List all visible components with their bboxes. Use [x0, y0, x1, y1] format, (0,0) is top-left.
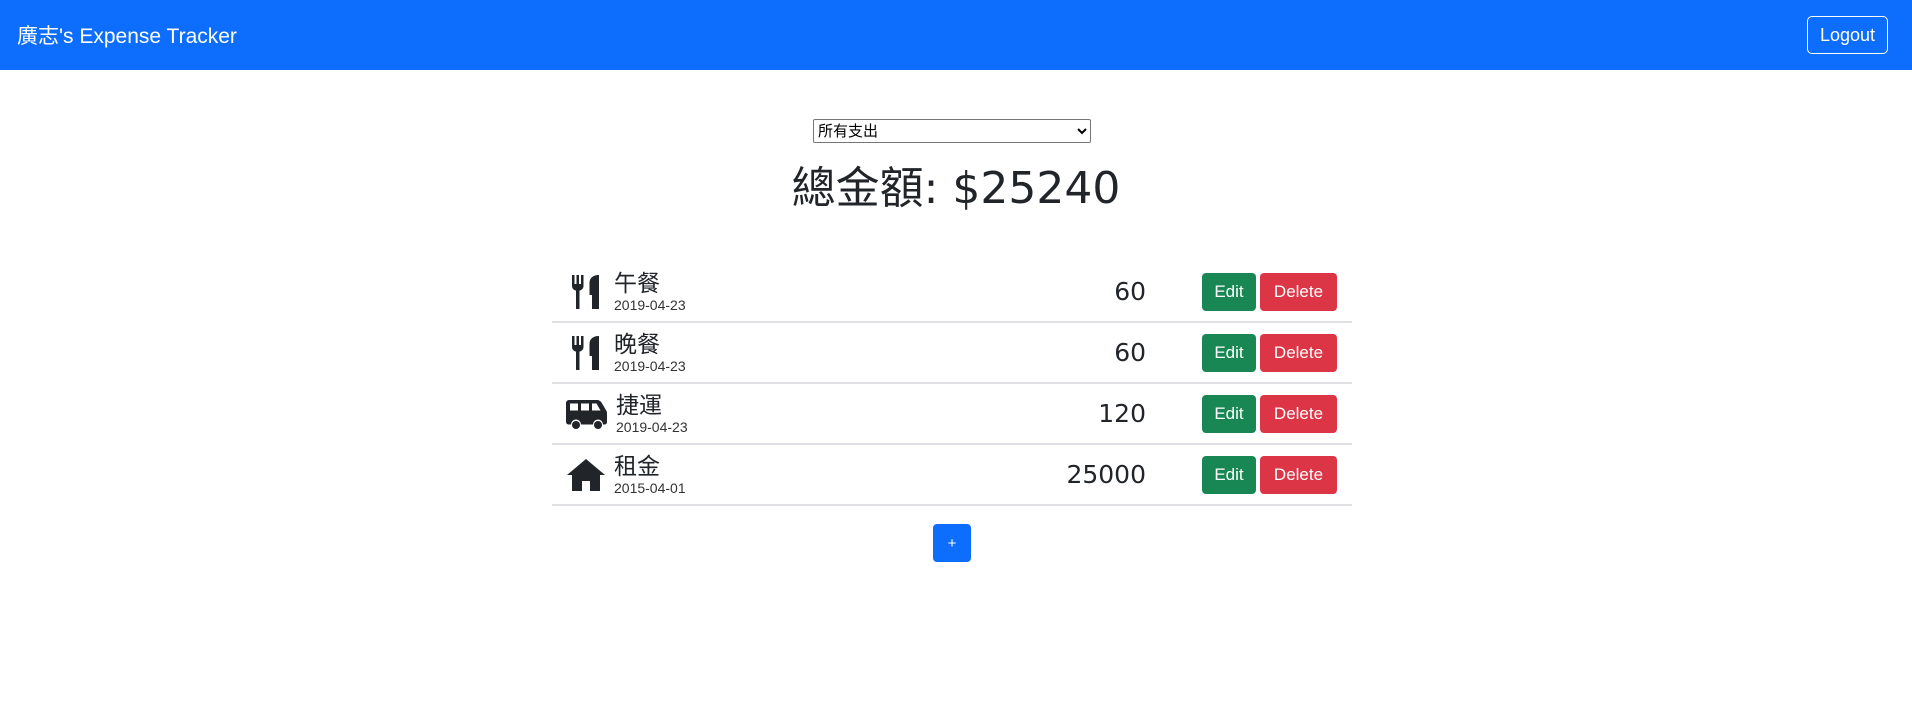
expense-list: 午餐 2019-04-23 60 Edit Delete 晚餐 2019-04-…	[552, 262, 1352, 506]
expense-amount: 60	[1114, 338, 1146, 367]
delete-button[interactable]: Delete	[1260, 394, 1337, 433]
total-amount: 總金額: $25240	[791, 163, 1121, 214]
expense-row: 晚餐 2019-04-23 60 Edit Delete	[552, 323, 1352, 384]
expense-name: 晚餐	[614, 331, 660, 358]
expense-row: 午餐 2019-04-23 60 Edit Delete	[552, 262, 1352, 323]
expense-row: 租金 2015-04-01 25000 Edit Delete	[552, 445, 1352, 506]
add-expense-button[interactable]: +	[933, 524, 971, 562]
expense-info: 捷運 2019-04-23	[616, 393, 688, 435]
home-icon	[566, 455, 606, 495]
app-brand[interactable]: 廣志's Expense Tracker	[17, 20, 237, 50]
delete-button[interactable]: Delete	[1260, 272, 1337, 311]
expense-info: 租金 2015-04-01	[614, 454, 686, 496]
expense-amount: 25000	[1066, 460, 1146, 489]
expense-date: 2019-04-23	[614, 357, 686, 374]
expense-info: 午餐 2019-04-23	[614, 271, 686, 313]
utensils-icon	[566, 333, 606, 373]
delete-button[interactable]: Delete	[1260, 455, 1337, 494]
category-filter-select[interactable]: 所有支出	[813, 119, 1091, 143]
expense-date: 2019-04-23	[614, 296, 686, 313]
expense-amount: 120	[1098, 399, 1146, 428]
logout-button[interactable]: Logout	[1806, 16, 1888, 54]
category-filter-wrapper: 所有支出	[813, 119, 1091, 143]
expense-date: 2019-04-23	[616, 418, 688, 435]
expense-name: 租金	[614, 453, 660, 480]
expense-row: 捷運 2019-04-23 120 Edit Delete	[552, 384, 1352, 445]
expense-amount: 60	[1114, 277, 1146, 306]
edit-button[interactable]: Edit	[1202, 394, 1256, 433]
expense-name: 捷運	[616, 392, 662, 419]
edit-button[interactable]: Edit	[1202, 272, 1256, 311]
navbar: 廣志's Expense Tracker Logout	[0, 0, 1912, 70]
expense-date: 2015-04-01	[614, 479, 686, 496]
expense-info: 晚餐 2019-04-23	[614, 332, 686, 374]
expense-name: 午餐	[614, 270, 660, 297]
delete-button[interactable]: Delete	[1260, 333, 1337, 372]
edit-button[interactable]: Edit	[1202, 333, 1256, 372]
shuttle-van-icon	[566, 394, 608, 434]
edit-button[interactable]: Edit	[1202, 455, 1256, 494]
utensils-icon	[566, 272, 606, 312]
